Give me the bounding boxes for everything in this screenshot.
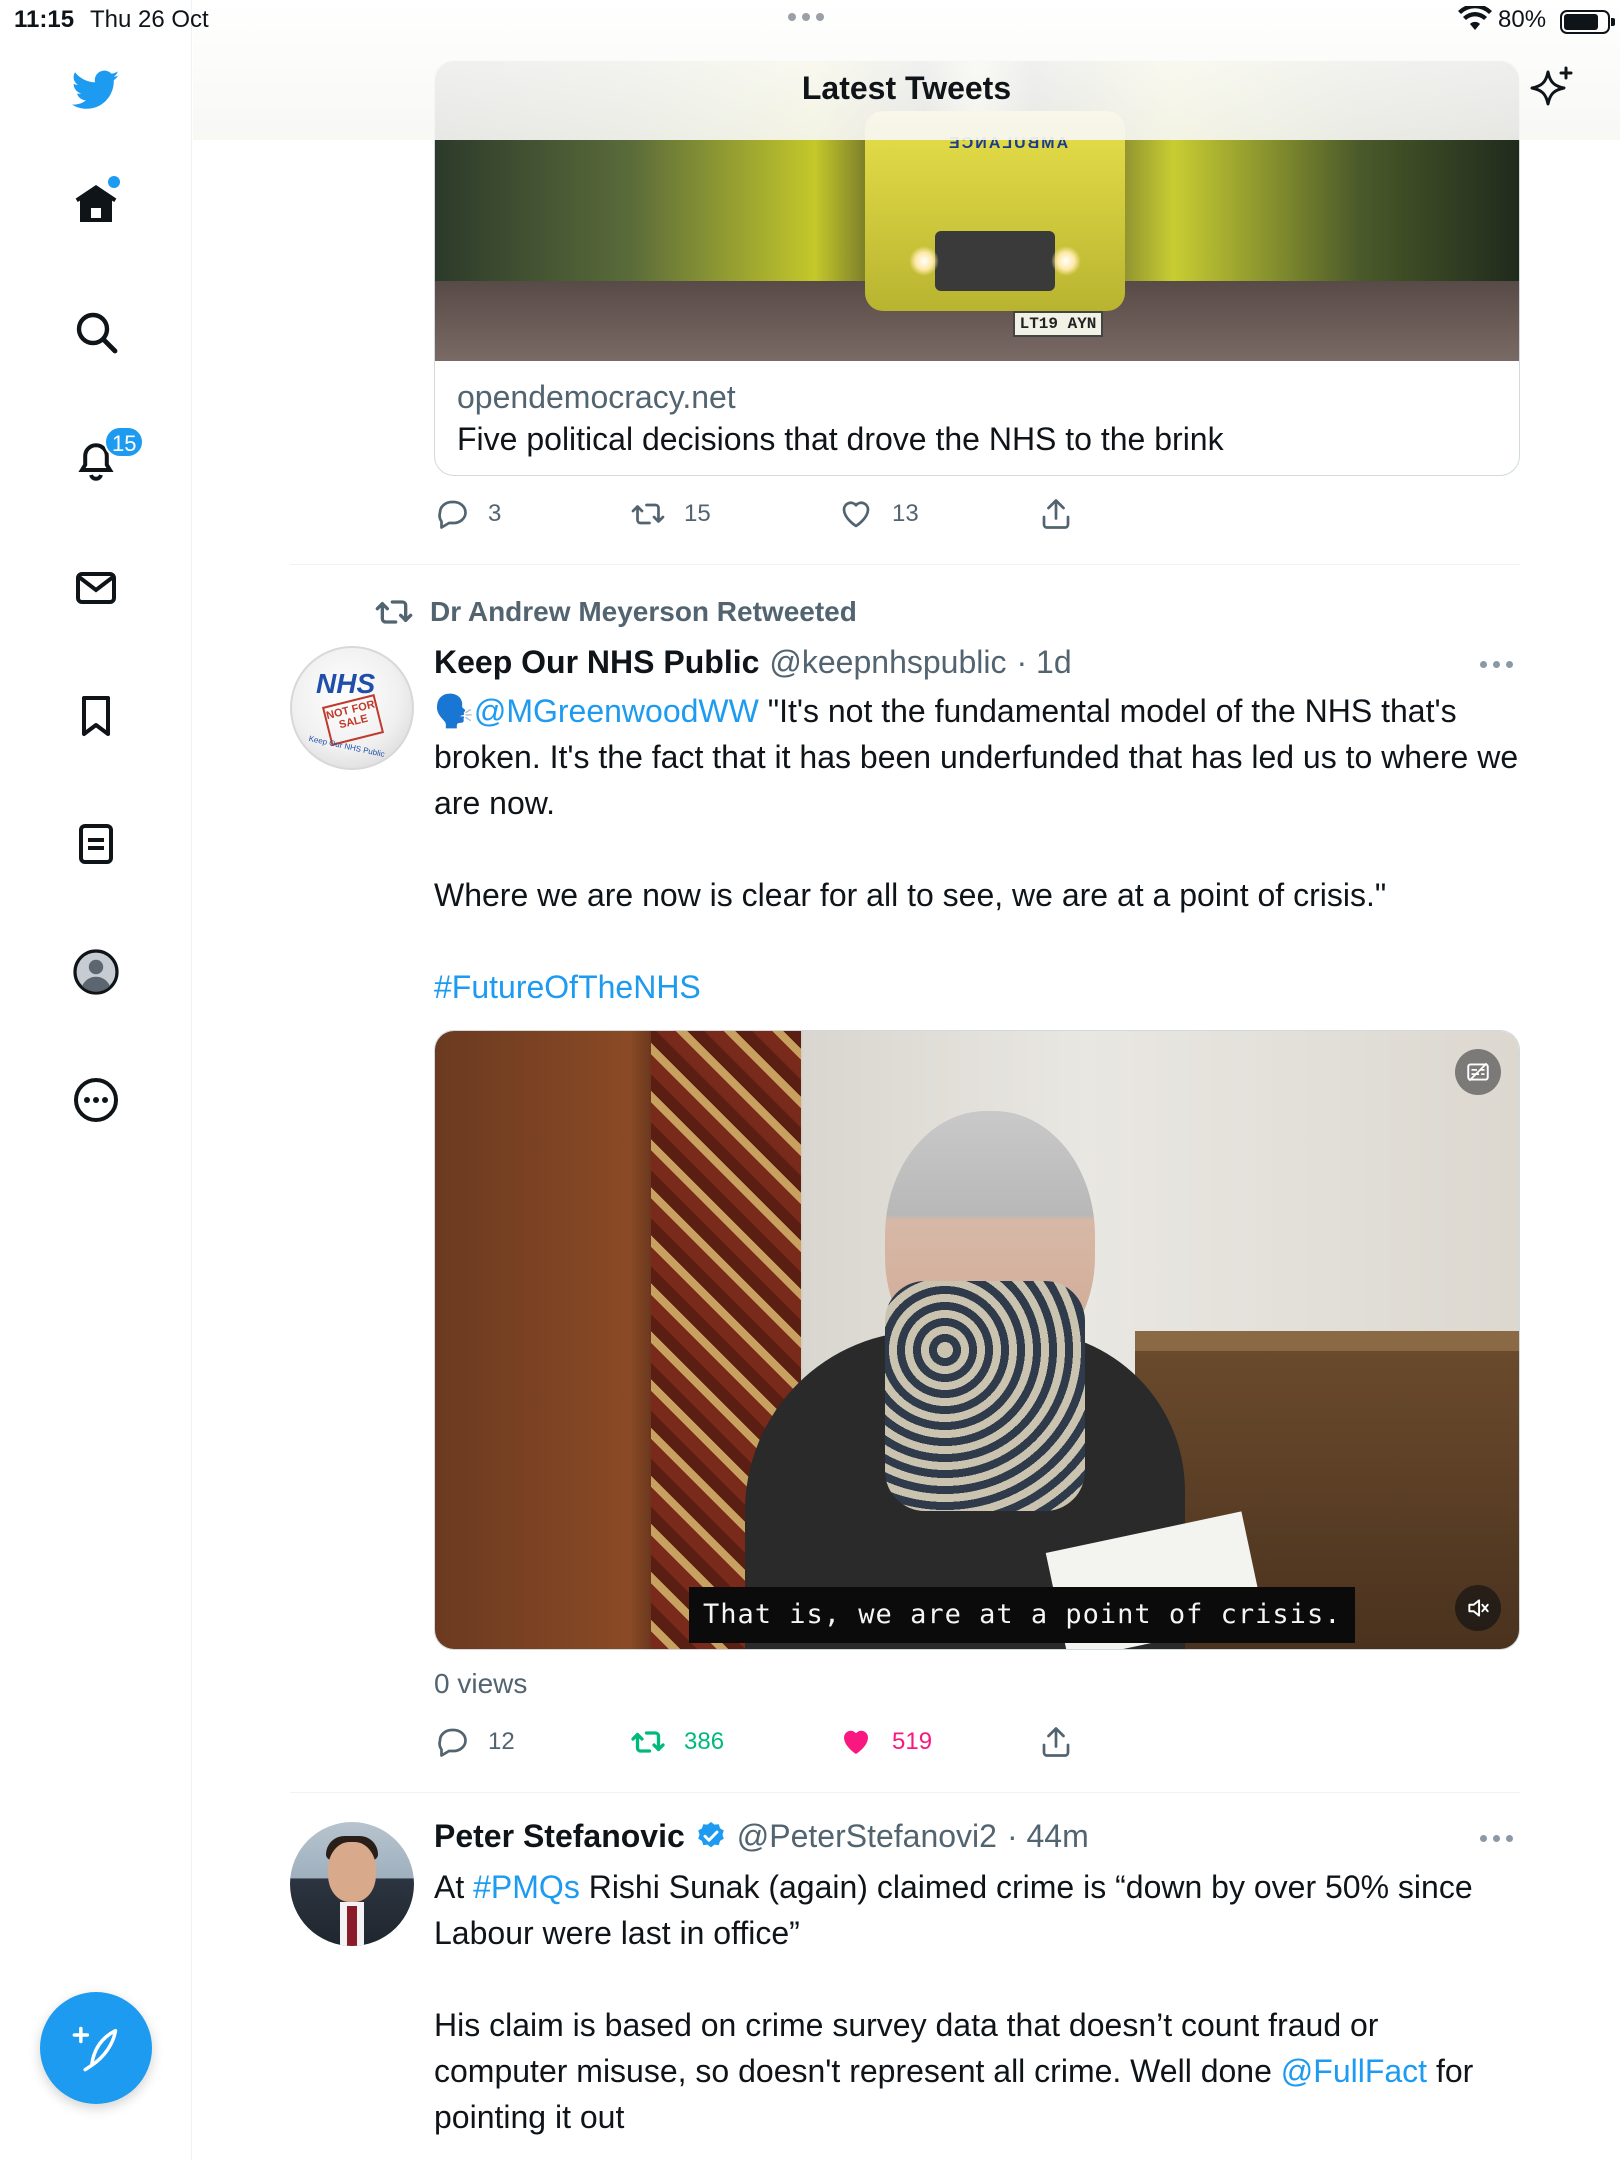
tweet-divider [290,564,1520,565]
share-icon [1042,1727,1070,1757]
retweet-icon [631,1731,665,1753]
tweet-text-part: At [434,1869,474,1905]
sparkle-icon[interactable] [1528,64,1576,112]
tweet-author-line: Keep Our NHS Public @keepnhspublic · 1d [434,640,1072,684]
profile-icon[interactable] [56,932,136,1012]
reply-count: 12 [488,1728,515,1755]
status-date: Thu 26 Oct [90,6,209,33]
author-name[interactable]: Keep Our NHS Public [434,644,759,681]
compose-icon [72,2026,118,2072]
reply-button[interactable]: 12 [434,1722,515,1762]
like-count: 519 [892,1728,933,1755]
heart-icon [842,501,870,528]
tweet-text-paragraph: Where we are now is clear for all to see… [434,877,1387,913]
page-title: Latest Tweets [801,70,1012,106]
retweet-button[interactable]: 386 [630,1722,724,1762]
link-headline: Five political decisions that drove the … [457,421,1224,457]
retweet-context-label: Dr Andrew Meyerson Retweeted [430,596,857,627]
author-handle[interactable]: @keepnhspublic [769,644,1006,681]
speaker-muted-icon [1468,1599,1489,1617]
reply-icon [438,500,467,529]
multitasking-dots-icon[interactable] [788,13,824,21]
tweet-text-part: Rishi Sunak (again) claimed crime is “do… [434,1869,1473,1951]
link-domain: opendemocracy.net [457,379,736,415]
speaking-head-emoji: 🗣️ [434,693,474,729]
heart-filled-icon [844,1730,868,1754]
retweet-count: 386 [684,1728,725,1755]
notifications-icon[interactable]: 15 [56,420,145,500]
reply-count: 3 [488,500,502,527]
like-button[interactable]: 519 [838,1722,932,1762]
reply-button[interactable]: 3 [434,494,501,534]
hashtag-link[interactable]: #FutureOfTheNHS [434,969,701,1005]
retweet-icon [631,503,665,525]
lists-icon[interactable] [56,804,136,884]
mute-button[interactable] [1455,1585,1501,1631]
captions-button[interactable] [1455,1049,1501,1095]
like-button[interactable]: 13 [838,494,919,534]
notifications-badge: 15 [104,426,145,458]
retweet-context[interactable]: Dr Andrew Meyerson Retweeted [374,592,857,632]
author-handle[interactable]: @PeterStefanovi2 [737,1818,997,1855]
share-icon [1042,499,1070,529]
messages-icon[interactable] [56,548,136,628]
tweet-divider [290,1792,1520,1793]
retweet-icon [375,600,413,624]
search-icon[interactable] [56,292,136,372]
verified-badge-icon [697,1822,724,1848]
tweet-text: 🗣️@MGreenwoodWW "It's not the fundamenta… [434,688,1520,1010]
avatar[interactable] [290,1822,414,1946]
retweet-button[interactable]: 15 [630,494,711,534]
more-options-icon[interactable] [1480,658,1520,670]
compose-button[interactable] [40,1992,152,2104]
view-count: 0 views [434,1668,528,1699]
tweet-text: At #PMQs Rishi Sunak (again) claimed cri… [434,1864,1520,2140]
avatar[interactable]: NHS NOT FOR SALE Keep Our NHS Public [290,646,414,770]
twitter-logo-icon[interactable] [56,50,136,130]
status-time: 11:15 [14,6,75,33]
more-icon[interactable] [56,1060,136,1140]
author-name[interactable]: Peter Stefanovic [434,1818,685,1855]
share-button[interactable] [1038,494,1074,534]
home-icon[interactable] [56,164,136,244]
mention-link[interactable]: @FullFact [1281,2053,1427,2089]
more-options-icon[interactable] [1480,1832,1520,1844]
mention-link[interactable]: @MGreenwoodWW [474,693,759,729]
sidebar: 15 [0,0,192,2160]
battery-percentage: 80% [1498,6,1547,33]
tweet-actions: 12 386 519 [434,1722,1134,1762]
home-unread-dot [108,176,120,188]
captions-icon [1467,1062,1489,1082]
license-plate: LT19 AYN [1013,311,1103,337]
tweet-time[interactable]: · 1d [1016,644,1071,681]
video-player[interactable]: That is, we are at a point of crisis. [434,1030,1520,1650]
video-caption: That is, we are at a point of crisis. [689,1587,1356,1643]
tweet-text-part: His claim is based on crime survey data … [434,2007,1379,2089]
status-bar: 11:15 Thu 26 Oct 80% [0,0,1620,40]
share-button[interactable] [1038,1722,1074,1762]
reply-icon [438,1728,467,1757]
tweet-author-line: Peter Stefanovic @PeterStefanovi2 · 44m [434,1814,1089,1858]
battery-icon [1560,10,1615,34]
bookmarks-icon[interactable] [56,676,136,756]
retweet-count: 15 [684,500,711,527]
tweet-time[interactable]: · 44m [1007,1818,1089,1855]
wifi-icon [1458,6,1492,30]
tweet-actions: 3 15 13 [434,494,1134,534]
hashtag-link[interactable]: #PMQs [473,1869,580,1905]
like-count: 13 [892,500,919,527]
